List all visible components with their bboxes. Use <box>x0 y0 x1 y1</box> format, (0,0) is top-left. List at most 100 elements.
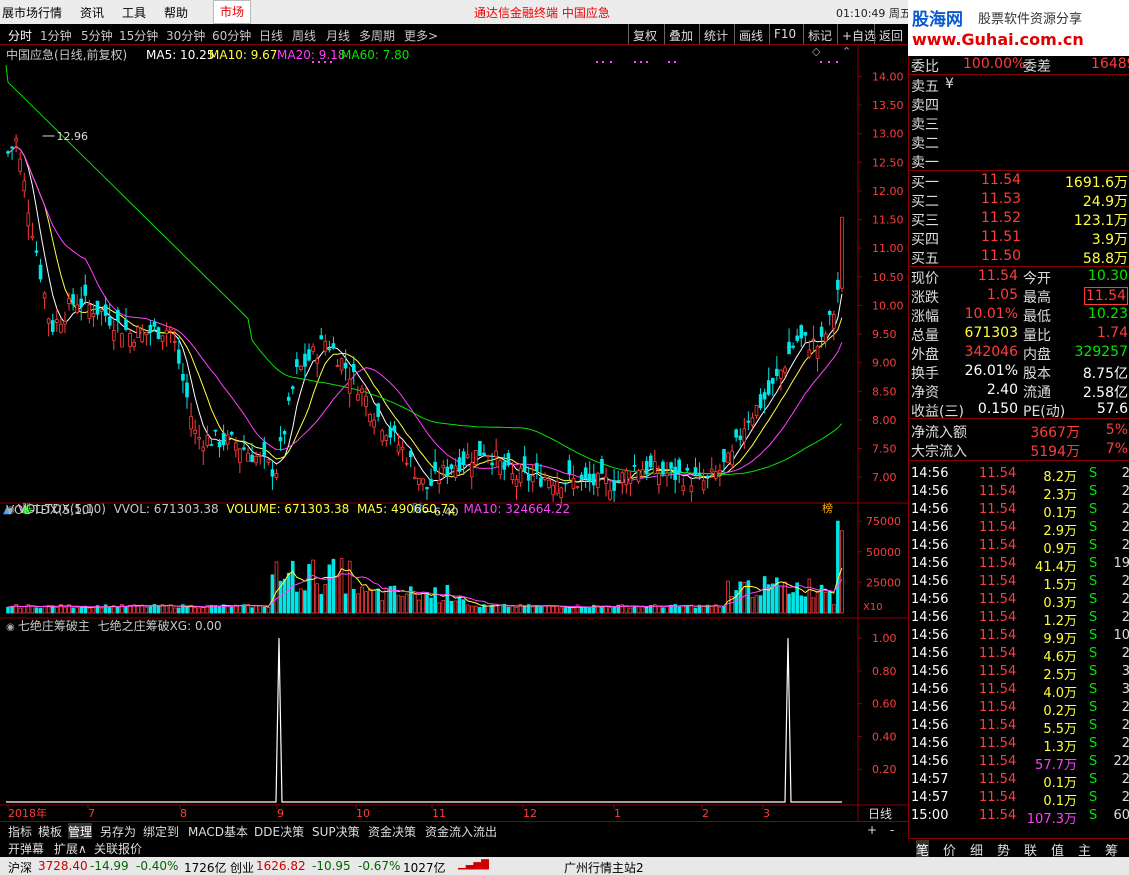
tab-intraday[interactable]: 分时 <box>8 27 32 44</box>
diamond-icon[interactable]: ◇ <box>812 45 821 58</box>
tab-5min[interactable]: 5分钟 <box>81 27 113 44</box>
candle <box>124 319 128 330</box>
volume-bar <box>636 606 641 614</box>
restore-rights-button[interactable]: 复权 <box>628 24 661 44</box>
candle <box>368 413 372 423</box>
candle <box>490 462 494 466</box>
back-button[interactable]: 返回 <box>874 24 907 44</box>
sell-row[interactable]: 卖一 <box>911 152 1129 171</box>
menu-market-quotes[interactable]: 展市场行情 <box>2 4 62 21</box>
tab-bind-to[interactable]: 绑定到 <box>143 823 179 840</box>
sell-row[interactable]: 卖二 <box>911 133 1129 152</box>
buy-volume: 58.8万 <box>1082 251 1128 267</box>
tab-manage[interactable]: 管理 <box>68 823 93 840</box>
tick-price: 11.54 <box>979 574 1017 589</box>
ma20-line <box>7 145 843 483</box>
menu-help[interactable]: 帮助 <box>164 4 188 21</box>
market-button[interactable]: 市场 <box>213 0 251 24</box>
mark-button[interactable]: 标记 <box>803 24 836 44</box>
candle <box>30 235 35 239</box>
f10-button[interactable]: F10 <box>769 24 800 44</box>
date-axis-tick: 2 <box>702 807 709 820</box>
buy-label: 买三 <box>911 213 939 229</box>
candle <box>518 467 523 483</box>
candle <box>286 396 291 401</box>
tab-save-as[interactable]: 另存为 <box>100 823 136 840</box>
indicator-name: 七绝庄筹破主 <box>17 619 90 633</box>
tick-side: S <box>1089 502 1098 517</box>
tab-fund-decision[interactable]: 资金决策 <box>368 823 416 840</box>
candle <box>714 470 718 479</box>
tab-templates[interactable]: 模板 <box>38 823 62 840</box>
tab-daily[interactable]: 日线 <box>259 27 283 44</box>
buy-row[interactable]: 买三 11.52 123.1万 <box>911 210 1129 229</box>
collapse-icon[interactable]: ◉ <box>6 622 18 633</box>
tick-time: 14:56 <box>911 502 949 517</box>
candle <box>437 480 442 485</box>
zoom-out-button[interactable]: - <box>890 823 894 837</box>
tab-dde[interactable]: DDE决策 <box>254 823 304 840</box>
sell-row[interactable]: 卖三 <box>911 114 1129 133</box>
tab-60min[interactable]: 60分钟 <box>212 27 251 44</box>
volume-bar <box>63 606 67 614</box>
expand-button[interactable]: 扩展∧ <box>54 840 87 857</box>
candle <box>583 467 588 479</box>
volume-bar <box>469 605 474 614</box>
stat-value: 329257 <box>1074 344 1128 360</box>
candle <box>628 477 633 484</box>
statistics-button[interactable]: 统计 <box>699 24 732 44</box>
tab-multi-period[interactable]: 多周期 <box>359 27 395 44</box>
tab-monthly[interactable]: 月线 <box>326 27 350 44</box>
sell-row[interactable]: 卖四 <box>911 95 1129 114</box>
candle <box>502 461 507 470</box>
tick-side: S <box>1089 520 1098 535</box>
stat-label: 最高 <box>1023 290 1051 306</box>
tab-30min[interactable]: 30分钟 <box>166 27 205 44</box>
candle <box>160 335 165 342</box>
tab-sup[interactable]: SUP决策 <box>312 823 360 840</box>
tab-macd[interactable]: MACD基本 <box>188 823 248 840</box>
volume-bar <box>30 605 35 614</box>
candle <box>514 478 519 487</box>
tab-fund-flow[interactable]: 资金流入流出 <box>425 823 497 840</box>
stat-label: 总量 <box>911 328 939 344</box>
candle <box>596 472 600 488</box>
stat-value: 10.23 <box>1087 306 1128 322</box>
collapse-icon[interactable]: ◉ <box>6 505 18 516</box>
candle <box>811 338 816 341</box>
tab-1min[interactable]: 1分钟 <box>40 27 72 44</box>
volume-bar <box>339 558 344 614</box>
volume-bar <box>701 606 706 614</box>
menu-news[interactable]: 资讯 <box>80 4 104 21</box>
draw-line-button[interactable]: 画线 <box>734 24 767 44</box>
buy-row[interactable]: 买二 11.53 24.9万 <box>911 191 1129 210</box>
stat-label: 最低 <box>1023 309 1051 325</box>
chevron-up-icon[interactable]: ⌃ <box>842 45 851 58</box>
overlay-button[interactable]: 叠加 <box>664 24 697 44</box>
tab-indicators[interactable]: 指标 <box>8 823 32 840</box>
buy-row[interactable]: 买四 11.51 3.9万 <box>911 229 1129 248</box>
candle <box>274 473 279 479</box>
tick-count: 2 <box>1121 484 1129 499</box>
stat-row: 总量 671303 量比 1.74 <box>911 325 1129 344</box>
volume-bar <box>360 586 364 614</box>
buy-row[interactable]: 买一 11.54 1691.6万 <box>911 172 1129 191</box>
candle <box>730 450 734 466</box>
zoom-in-button[interactable]: + <box>867 823 877 837</box>
candle <box>278 436 283 442</box>
kline-chart[interactable]: 14.0013.5013.0012.5012.0011.5011.0010.50… <box>0 45 908 821</box>
period-label[interactable]: 日线 <box>868 805 892 822</box>
server-station[interactable]: 广州行情主站2 <box>564 859 644 875</box>
tab-more[interactable]: 更多> <box>404 27 438 44</box>
tick-volume: 1.5万 <box>1043 578 1077 593</box>
danmaku-button[interactable]: 开弹幕 <box>8 840 44 857</box>
candle <box>526 473 531 481</box>
tab-15min[interactable]: 15分钟 <box>119 27 158 44</box>
sell-row[interactable]: 卖五 ¥ <box>911 76 1129 95</box>
stat-value: 10.30 <box>1087 268 1128 284</box>
buy-row[interactable]: 买五 11.50 58.8万 <box>911 248 1129 267</box>
tab-weekly[interactable]: 周线 <box>292 27 316 44</box>
related-quotes-button[interactable]: 关联报价 <box>94 840 142 857</box>
volume-bar <box>323 584 328 614</box>
menu-tools[interactable]: 工具 <box>122 4 146 21</box>
